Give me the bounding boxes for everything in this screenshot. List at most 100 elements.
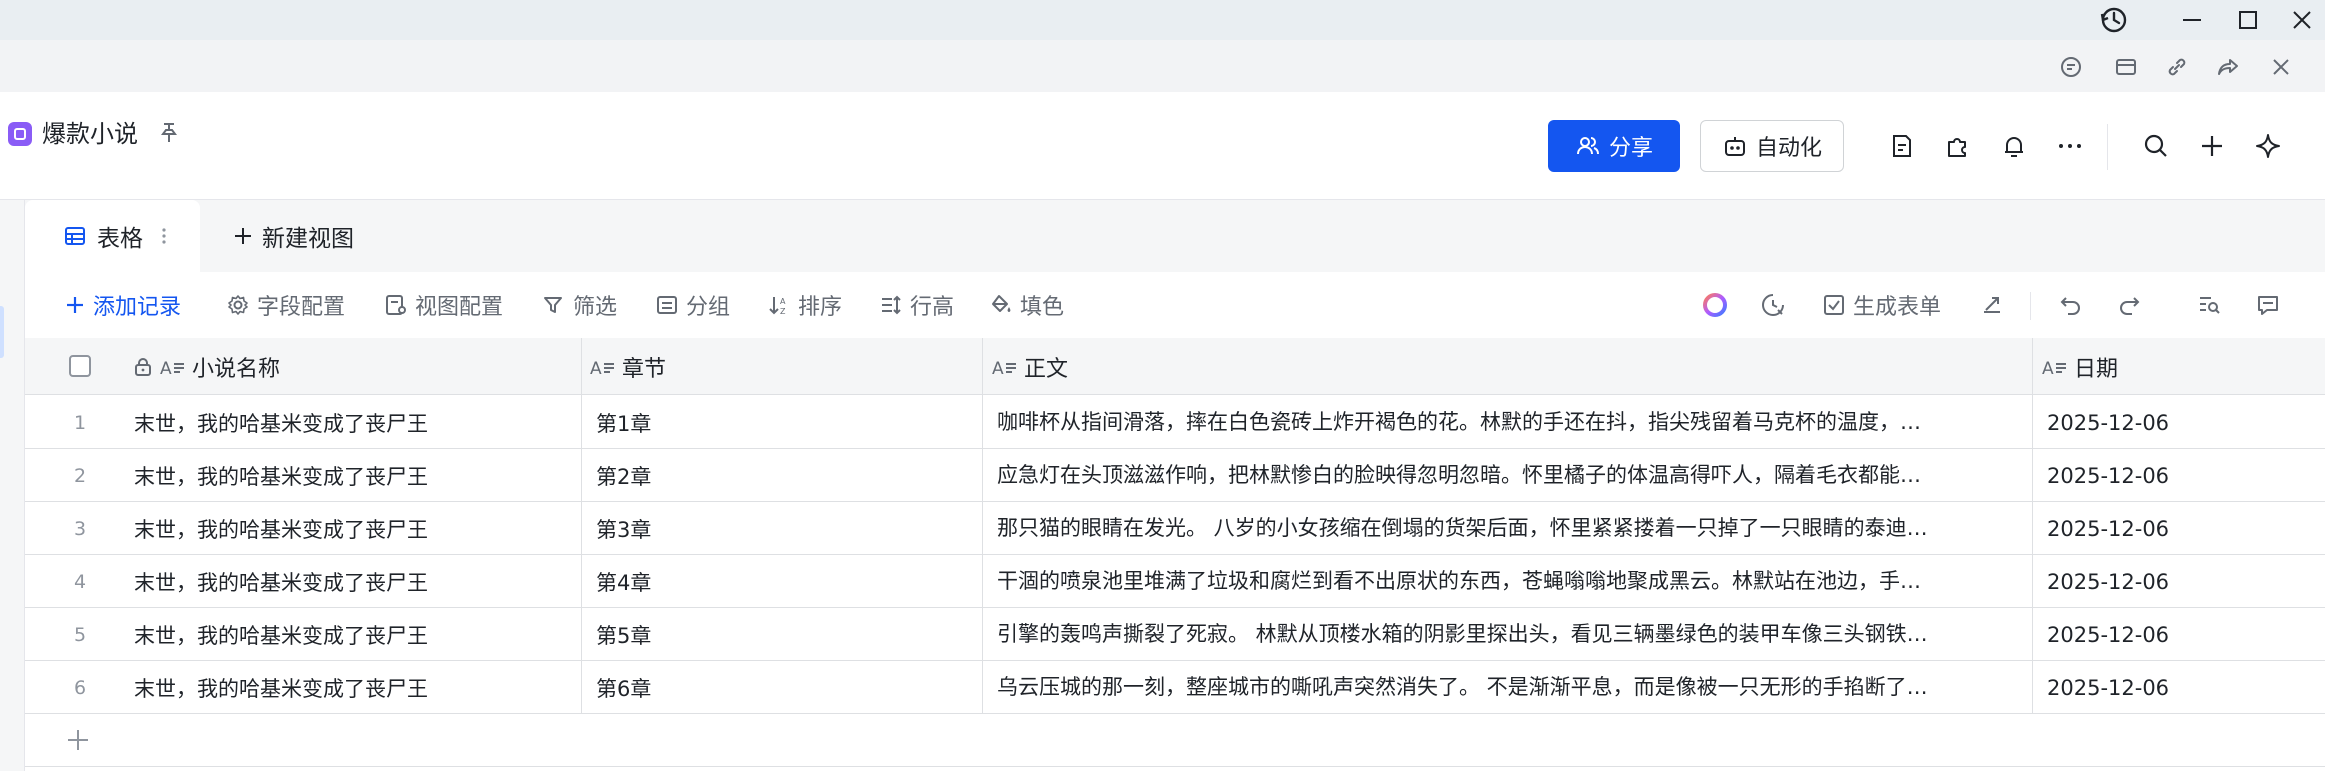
- table-row[interactable]: 1 末世，我的哈基米变成了丧尸王 第1章 咖啡杯从指间滑落，摔在白色瓷砖上炸开褐…: [25, 396, 2325, 449]
- chapter-cell[interactable]: 第3章: [596, 502, 651, 555]
- new-view-button[interactable]: 新建视图: [232, 218, 354, 254]
- tab-grid-view[interactable]: 表格: [25, 200, 200, 272]
- chapter-cell[interactable]: 第5章: [596, 608, 651, 661]
- column-label: 章节: [622, 356, 667, 382]
- view-tabs-bar: [25, 200, 2325, 272]
- date-cell[interactable]: 2025-12-06: [2047, 608, 2169, 661]
- forward-icon[interactable]: [2215, 54, 2241, 80]
- row-height-label: 行高: [910, 295, 955, 320]
- table-row[interactable]: 2 末世，我的哈基米变成了丧尸王 第2章 应急灯在头顶滋滋作响，把林默惨白的脸映…: [25, 449, 2325, 502]
- filter-button[interactable]: 筛选: [542, 288, 617, 322]
- left-rail-indicator[interactable]: [0, 306, 4, 358]
- maximize-button[interactable]: [2220, 0, 2276, 40]
- column-header-chapter[interactable]: A 章节: [590, 338, 666, 395]
- column-header-body[interactable]: A 正文: [992, 338, 1068, 395]
- chapter-cell[interactable]: 第1章: [596, 396, 651, 449]
- novel-name-cell[interactable]: 末世，我的哈基米变成了丧尸王: [134, 555, 428, 608]
- date-cell[interactable]: 2025-12-06: [2047, 502, 2169, 555]
- card-icon[interactable]: [2113, 54, 2139, 80]
- chapter-cell[interactable]: 第6章: [596, 661, 651, 714]
- date-cell[interactable]: 2025-12-06: [2047, 661, 2169, 714]
- view-config-button[interactable]: 视图配置: [384, 288, 503, 322]
- view-config-label: 视图配置: [415, 295, 504, 320]
- undo-icon[interactable]: [2056, 290, 2086, 320]
- tab-more-icon[interactable]: [161, 226, 167, 246]
- redo-icon[interactable]: [2114, 290, 2144, 320]
- ai-sparkle-icon[interactable]: [2250, 128, 2286, 164]
- text-field-icon: A: [992, 356, 1018, 378]
- svg-text:Z: Z: [780, 307, 786, 316]
- date-cell[interactable]: 2025-12-06: [2047, 396, 2169, 449]
- column-header-date[interactable]: A 日期: [2042, 338, 2118, 395]
- novel-name-cell[interactable]: 末世，我的哈基米变成了丧尸王: [134, 502, 428, 555]
- table-row[interactable]: 5 末世，我的哈基米变成了丧尸王 第5章 引擎的轰鸣声撕裂了死寂。 林默从顶楼水…: [25, 608, 2325, 661]
- history-icon[interactable]: [1758, 290, 1788, 320]
- gear-icon: [226, 293, 250, 317]
- automation-button[interactable]: 自动化: [1700, 120, 1844, 172]
- share-view-icon[interactable]: [1978, 290, 2008, 320]
- generate-form-button[interactable]: 生成表单: [1822, 288, 1941, 322]
- bell-icon[interactable]: [1996, 128, 2032, 164]
- sort-label: 排序: [798, 295, 843, 320]
- date-cell[interactable]: 2025-12-06: [2047, 555, 2169, 608]
- field-config-button[interactable]: 字段配置: [226, 288, 345, 322]
- select-all-checkbox[interactable]: [68, 352, 94, 380]
- users-icon: [1575, 133, 1601, 159]
- novel-name-cell[interactable]: 末世，我的哈基米变成了丧尸王: [134, 449, 428, 502]
- history-icon[interactable]: [2086, 0, 2142, 40]
- search-records-icon[interactable]: [2195, 290, 2225, 320]
- group-button[interactable]: 分组: [655, 288, 730, 322]
- chapter-cell[interactable]: 第4章: [596, 555, 651, 608]
- app-logo-icon: [8, 122, 32, 146]
- more-icon[interactable]: [2052, 128, 2088, 164]
- add-record-button[interactable]: 添加记录: [64, 288, 181, 322]
- body-cell[interactable]: 干涸的喷泉池里堆满了垃圾和腐烂到看不出原状的东西，苍蝇嗡嗡地聚成黑云。林默站在池…: [997, 555, 2045, 608]
- row-number: 3: [73, 517, 87, 540]
- body-cell[interactable]: 乌云压城的那一刻，整座城市的嘶吼声突然消失了。 不是渐渐平息，而是像被一只无形的…: [997, 661, 2045, 714]
- document-title[interactable]: 爆款小说: [42, 117, 138, 151]
- pin-icon[interactable]: [156, 120, 182, 146]
- column-divider[interactable]: [2032, 338, 2033, 713]
- paint-bucket-icon: [989, 293, 1013, 317]
- plugin-icon[interactable]: [1940, 128, 1976, 164]
- chapter-cell[interactable]: 第2章: [596, 449, 651, 502]
- text-field-icon: A: [590, 356, 616, 378]
- search-icon[interactable]: [2138, 128, 2174, 164]
- body-cell[interactable]: 应急灯在头顶滋滋作响，把林默惨白的脸映得忽明忽暗。怀里橘子的体温高得吓人，隔着毛…: [997, 449, 2045, 502]
- column-divider[interactable]: [982, 338, 983, 713]
- document-icon[interactable]: [1884, 128, 1920, 164]
- form-check-icon: [1822, 293, 1846, 317]
- link-icon[interactable]: [2164, 54, 2190, 80]
- lock-icon: [132, 356, 154, 378]
- column-divider[interactable]: [581, 338, 582, 713]
- date-cell[interactable]: 2025-12-06: [2047, 449, 2169, 502]
- close-window-button[interactable]: [2274, 0, 2325, 40]
- novel-name-cell[interactable]: 末世，我的哈基米变成了丧尸王: [134, 608, 428, 661]
- row-height-icon: [879, 293, 903, 317]
- body-cell[interactable]: 引擎的轰鸣声撕裂了死寂。 林默从顶楼水箱的阴影里探出头，看见三辆墨绿色的装甲车像…: [997, 608, 2045, 661]
- body-cell[interactable]: 咖啡杯从指间滑落，摔在白色瓷砖上炸开褐色的花。林默的手还在抖，指尖残留着马克杯的…: [997, 396, 2045, 449]
- table-row[interactable]: 6 末世，我的哈基米变成了丧尸王 第6章 乌云压城的那一刻，整座城市的嘶吼声突然…: [25, 661, 2325, 714]
- ai-assistant-icon[interactable]: [1700, 290, 1730, 320]
- column-header-novel-name[interactable]: A 小说名称: [132, 338, 280, 395]
- sort-button[interactable]: AZ 排序: [767, 288, 842, 322]
- comment-icon[interactable]: [2058, 54, 2084, 80]
- plus-icon: [232, 225, 254, 247]
- row-height-button[interactable]: 行高: [879, 288, 954, 322]
- svg-text:A: A: [2042, 359, 2054, 378]
- add-record-label: 添加记录: [93, 295, 182, 320]
- novel-name-cell[interactable]: 末世，我的哈基米变成了丧尸王: [134, 661, 428, 714]
- novel-name-cell[interactable]: 末世，我的哈基米变成了丧尸王: [134, 396, 428, 449]
- table-row[interactable]: 3 末世，我的哈基米变成了丧尸王 第3章 那只猫的眼睛在发光。 八岁的小女孩缩在…: [25, 502, 2325, 555]
- comments-icon[interactable]: [2253, 290, 2283, 320]
- plus-icon[interactable]: [2194, 128, 2230, 164]
- minimize-button[interactable]: [2164, 0, 2220, 40]
- fill-color-button[interactable]: 填色: [989, 288, 1064, 322]
- add-row-button[interactable]: [64, 726, 92, 754]
- table-row[interactable]: 4 末世，我的哈基米变成了丧尸王 第4章 干涸的喷泉池里堆满了垃圾和腐烂到看不出…: [25, 555, 2325, 608]
- add-row-bar: [25, 713, 2325, 767]
- share-button[interactable]: 分享: [1548, 120, 1680, 172]
- close-icon[interactable]: [2268, 54, 2294, 80]
- body-cell[interactable]: 那只猫的眼睛在发光。 八岁的小女孩缩在倒塌的货架后面，怀里紧紧搂着一只掉了一只眼…: [997, 502, 2045, 555]
- svg-text:A: A: [780, 297, 786, 306]
